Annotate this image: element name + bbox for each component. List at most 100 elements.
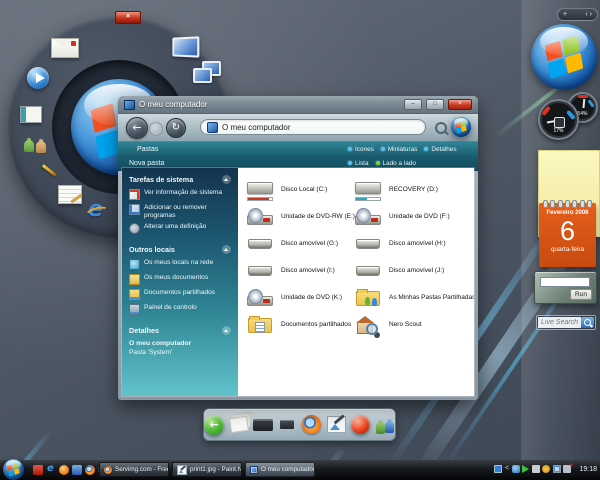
- file-item[interactable]: Disco amovível (J:): [354, 260, 474, 282]
- run-input[interactable]: [540, 277, 590, 287]
- network-tray-icon[interactable]: [563, 465, 571, 473]
- view-option[interactable]: Detalhes: [424, 146, 456, 153]
- sidebar-item[interactable]: Ver informação de sistema: [129, 189, 231, 200]
- file-item[interactable]: Nero Scout: [354, 314, 474, 336]
- new-folder-button[interactable]: Nova pasta: [129, 160, 164, 167]
- chevron-up-icon[interactable]: [222, 326, 231, 335]
- orange-app-icon[interactable]: [59, 465, 69, 475]
- file-item[interactable]: Disco Local (C:): [246, 179, 354, 201]
- collapse-chevron[interactable]: <: [505, 465, 509, 473]
- task-button[interactable]: O meu computador: [245, 462, 315, 477]
- camera-tray-icon[interactable]: [532, 465, 540, 473]
- calendar-gadget[interactable]: Fevereiro 2008 6 quarta-feira: [539, 203, 596, 267]
- task-button[interactable]: print1.jpg - Paint.NET...: [172, 462, 242, 477]
- task-label: print1.jpg - Paint.NET...: [190, 466, 242, 473]
- mail-icon[interactable]: [51, 38, 79, 58]
- details-header[interactable]: Detalhes: [129, 326, 231, 335]
- dock-item[interactable]: [326, 412, 346, 438]
- pencil-icon[interactable]: [40, 161, 60, 181]
- help-book-icon[interactable]: [20, 106, 42, 123]
- chevron-up-icon[interactable]: [222, 175, 231, 184]
- titlebar[interactable]: O meu computador – □ ×: [118, 96, 478, 114]
- file-item[interactable]: Disco amovível (H:): [354, 233, 474, 255]
- ie-icon[interactable]: [85, 200, 109, 224]
- firefox-icon[interactable]: [85, 465, 95, 475]
- gadget-control[interactable]: + ‹ ›: [557, 8, 598, 21]
- sidebar-item-label: Painel de controlo: [144, 304, 197, 312]
- task-button[interactable]: Servimg.com - Free im...: [99, 462, 169, 477]
- dock-item[interactable]: [228, 412, 248, 438]
- minimize-button[interactable]: –: [404, 99, 422, 110]
- chevron-up-icon[interactable]: [222, 245, 231, 254]
- search-go-button[interactable]: [581, 317, 594, 328]
- desktop[interactable]: × O meu computador – □ × ← ↻ O meu compu…: [0, 0, 600, 480]
- dock-item[interactable]: [302, 412, 322, 438]
- refresh-icon[interactable]: ↻: [166, 118, 186, 138]
- users-icon[interactable]: [23, 135, 47, 153]
- dock-item[interactable]: [253, 412, 273, 438]
- blue-app-icon[interactable]: [72, 465, 82, 475]
- add-gadget-button[interactable]: +: [563, 11, 567, 18]
- display-tray-icon[interactable]: [553, 465, 561, 473]
- sidebar-section-header[interactable]: Outros locais: [129, 245, 231, 254]
- start-button[interactable]: [3, 459, 24, 480]
- sidebar-item[interactable]: Documentos partilhados: [129, 289, 231, 300]
- red-orb-icon: [351, 415, 370, 434]
- file-item[interactable]: Documentos partilhados: [246, 314, 354, 336]
- alarm-tray-icon[interactable]: [542, 465, 550, 473]
- view-option[interactable]: Lista: [348, 160, 369, 167]
- view-option[interactable]: Icones: [348, 146, 374, 153]
- file-item[interactable]: Unidade de DVD-RW (E:): [246, 206, 354, 228]
- sidebar-item[interactable]: Adicionar ou remover programas: [129, 204, 231, 219]
- live-search-gadget[interactable]: [536, 315, 596, 330]
- red-app-icon[interactable]: [33, 465, 43, 475]
- explorer-window[interactable]: O meu computador – □ × ← ↻ O meu computa…: [118, 96, 478, 400]
- address-bar[interactable]: O meu computador: [200, 119, 426, 135]
- dock-item[interactable]: [277, 412, 297, 438]
- sidebar-item[interactable]: Alterar uma definição: [129, 223, 231, 234]
- calendar-weekday: quarta-feira: [539, 246, 596, 253]
- photos-icon[interactable]: [172, 36, 199, 57]
- view-option[interactable]: Miniaturas: [381, 146, 417, 153]
- run-button[interactable]: Run: [570, 289, 592, 300]
- media-player-icon[interactable]: [27, 67, 49, 89]
- file-list-pane[interactable]: Disco Local (C:)RECOVERY (D:)Unidade de …: [238, 168, 474, 396]
- sidebar-section-header[interactable]: Tarefas de sistema: [129, 175, 231, 184]
- sidebar-item[interactable]: Painel de controlo: [129, 304, 231, 315]
- dock-item[interactable]: [350, 412, 370, 438]
- file-item[interactable]: Unidade de DVD (K:): [246, 287, 354, 309]
- back-icon[interactable]: ←: [126, 117, 148, 139]
- file-item[interactable]: As Minhas Pastas Partilhadas: [354, 287, 474, 309]
- run-gadget[interactable]: Run: [534, 271, 597, 304]
- file-item[interactable]: Unidade de DVD (F:): [354, 206, 474, 228]
- change-setting-icon: [129, 223, 140, 234]
- forward-icon[interactable]: [149, 122, 163, 136]
- maximize-button[interactable]: □: [426, 99, 444, 110]
- notebook-icon[interactable]: [58, 185, 82, 204]
- messenger-tray-icon[interactable]: [512, 465, 520, 473]
- network-computers-icon[interactable]: [193, 61, 221, 83]
- file-icon: [246, 287, 276, 309]
- magnifier-icon: [584, 319, 591, 326]
- folders-toggle[interactable]: Pastas: [137, 146, 158, 153]
- dock-item[interactable]: [375, 412, 395, 438]
- close-button[interactable]: ×: [448, 99, 472, 110]
- dock-close-button[interactable]: ×: [115, 11, 141, 24]
- windows-orb-icon[interactable]: [451, 117, 471, 137]
- system-tray: <: [494, 465, 571, 473]
- search-input[interactable]: [538, 317, 581, 328]
- file-item[interactable]: RECOVERY (D:): [354, 179, 474, 201]
- view-option[interactable]: Lado a lado: [376, 160, 416, 167]
- play-tray-icon[interactable]: [522, 465, 529, 473]
- file-item[interactable]: Disco amovível (I:): [246, 260, 354, 282]
- dock-item[interactable]: [204, 412, 224, 438]
- meter-gadget[interactable]: 54% 17%: [536, 92, 598, 140]
- gadget-nav-arrows[interactable]: ‹ ›: [585, 11, 592, 18]
- sidebar-item[interactable]: Os meus locais na rede: [129, 259, 231, 270]
- ie-glyph[interactable]: [46, 465, 56, 475]
- search-icon[interactable]: [435, 122, 447, 134]
- paintnet-tray-icon[interactable]: [494, 465, 502, 473]
- windows-logo-gadget[interactable]: [531, 24, 597, 90]
- sidebar-item[interactable]: Os meus documentos: [129, 274, 231, 285]
- file-item[interactable]: Disco amovível (G:): [246, 233, 354, 255]
